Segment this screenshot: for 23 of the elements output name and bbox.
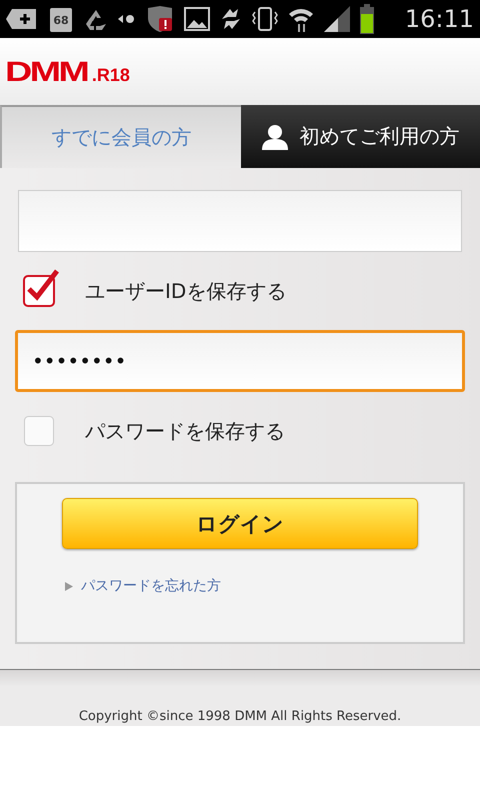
sync-arrows-icon — [220, 7, 242, 31]
battery-icon — [360, 4, 374, 34]
image-icon — [184, 7, 210, 31]
add-icon — [6, 7, 38, 31]
checkbox-label: パスワードを保存する — [85, 418, 285, 444]
person-icon — [262, 124, 288, 150]
checkbox[interactable] — [23, 267, 59, 307]
input-field[interactable] — [18, 190, 462, 252]
checkbox-label: ユーザーIDを保存する — [85, 278, 286, 304]
triangle-icon — [65, 582, 73, 590]
site-logo[interactable]: DMM .R18 — [5, 56, 130, 88]
vibrate-icon — [252, 6, 278, 32]
calendar-day: 68 — [48, 14, 74, 27]
tab[interactable]: 初めてご利用の方 — [241, 105, 480, 168]
arrow-dot-icon — [118, 14, 136, 24]
shield-alert-icon — [146, 5, 174, 33]
login-button[interactable]: ログイン — [62, 498, 418, 549]
forgot-password-link[interactable]: パスワードを忘れた方 — [81, 577, 221, 595]
signal-icon — [324, 6, 350, 32]
copyright-text: Copyright ©since 1998 DMM All Rights Reserved. — [78, 709, 402, 724]
clock-time: 16:11 — [404, 5, 474, 33]
input-field[interactable]: •••••••• — [15, 330, 465, 392]
wifi-icon — [288, 6, 314, 32]
